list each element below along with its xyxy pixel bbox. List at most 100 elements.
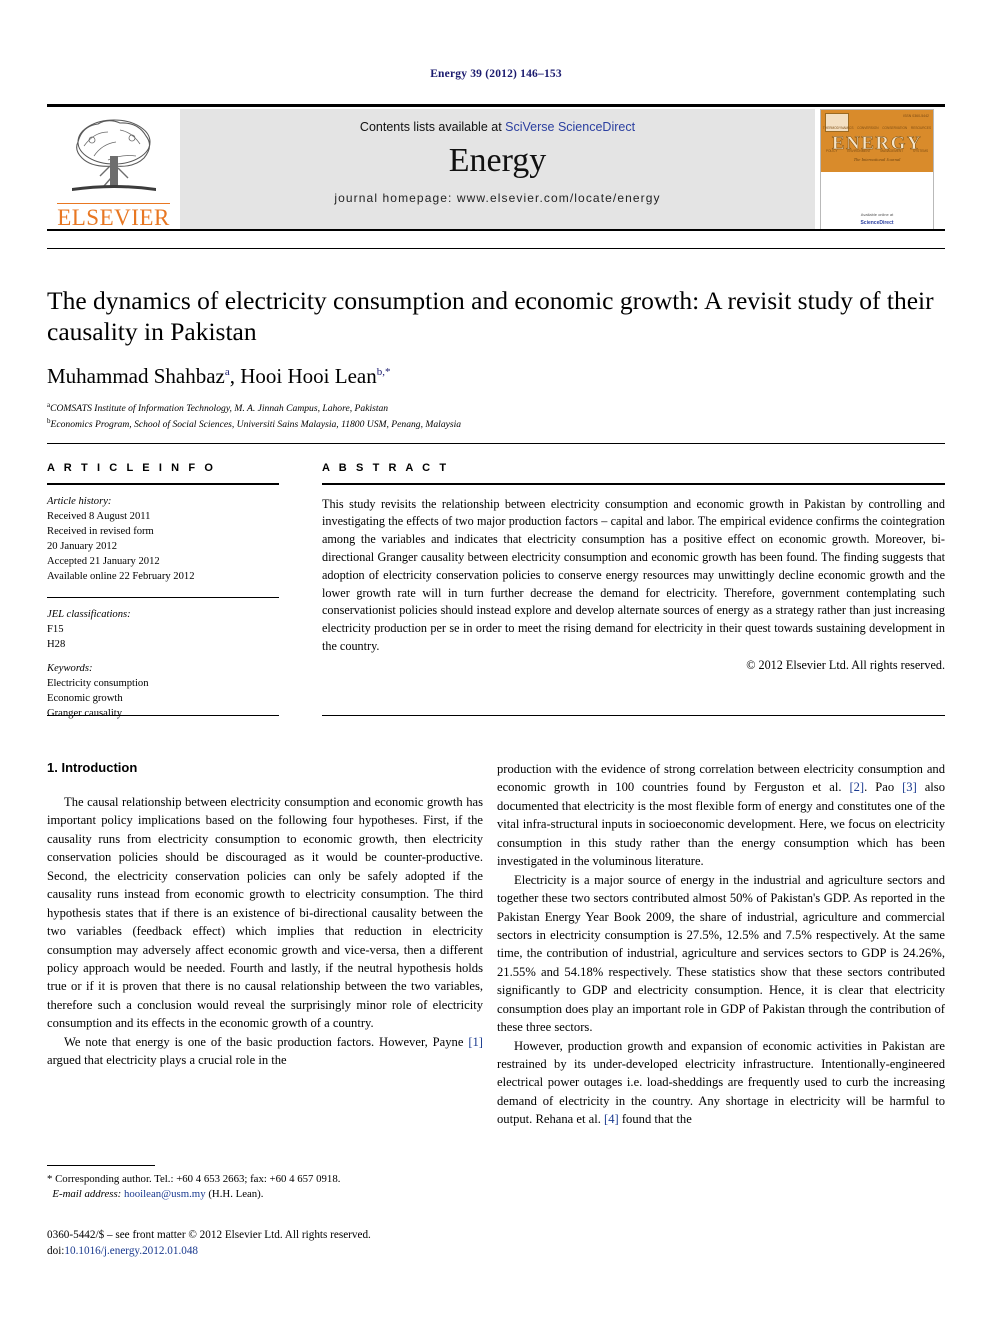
contents-available-line: Contents lists available at SciVerse Sci…: [360, 120, 635, 134]
copyright-line: © 2012 Elsevier Ltd. All rights reserved…: [746, 657, 945, 672]
cover-keyword: THERMODYNAMICS: [822, 126, 854, 130]
sciencedirect-link[interactable]: SciVerse ScienceDirect: [505, 120, 635, 134]
abstract-rule: [322, 483, 945, 485]
citation-link[interactable]: [2]: [849, 780, 864, 794]
keywords: Keywords: Electricity consumption Econom…: [47, 661, 279, 721]
article-info-heading: A R T I C L E I N F O: [47, 462, 216, 474]
affiliation-a-text: COMSATS Institute of Information Technol…: [50, 403, 389, 415]
paragraph: production with the evidence of strong c…: [497, 760, 945, 871]
masthead-top-rule: [47, 104, 945, 107]
body-column-left: 1. Introduction The causal relationship …: [47, 760, 483, 1070]
author-name: Muhammad Shahbaz: [47, 364, 225, 389]
title-block: The dynamics of electricity consumption …: [47, 248, 945, 432]
journal-masthead: ELSEVIER Contents lists available at Sci…: [47, 104, 945, 232]
cover-subtitle: The International Journal: [853, 157, 901, 162]
doi-line: doi:10.1016/j.energy.2012.01.048: [47, 1244, 507, 1260]
cover-keyword: RESOURCES: [910, 126, 932, 130]
cover-keyword: CONSERVATION: [882, 126, 908, 130]
cover-available-at: Available online at: [860, 212, 894, 217]
article-history-label: Article history:: [47, 495, 112, 507]
doi-link[interactable]: 10.1016/j.energy.2012.01.048: [64, 1245, 198, 1257]
keywords-label: Keywords:: [47, 662, 93, 674]
jel-classifications: JEL classifications: F15 H28: [47, 607, 279, 652]
affiliation-b: bEconomics Program, School of Social Sci…: [47, 416, 945, 432]
author-affil-marker: b,*: [376, 366, 391, 379]
citation-link[interactable]: [3]: [902, 780, 917, 794]
email-link[interactable]: hooilean@usm.my: [124, 1188, 206, 1200]
cover-keyword: ENVIRONMENT: [847, 149, 871, 153]
article-info-divider: [47, 596, 279, 598]
abstract-heading: A B S T R A C T: [322, 462, 450, 474]
article-history: Article history: Received 8 August 2011 …: [47, 494, 279, 584]
affiliation-b-text: Economics Program, School of Social Scie…: [50, 419, 462, 431]
cover-keyword: MANAGEMENT: [880, 149, 904, 153]
author-separator: , Hooi Hooi Lean: [229, 364, 377, 389]
paragraph-text: . Pao: [864, 780, 903, 795]
history-item: Received 8 August 2011: [47, 510, 151, 522]
paragraph-text: However, production growth and expansion…: [497, 1038, 945, 1127]
email-label: E-mail address:: [52, 1188, 122, 1201]
abstract-section: A B S T R A C T This study revisits the …: [322, 462, 945, 673]
jel-code: F15: [47, 623, 64, 635]
paragraph-text: found that the: [618, 1112, 692, 1127]
paper-page: Energy 39 (2012) 146–153 ELSEVIER Conten…: [0, 0, 992, 1323]
citation-link[interactable]: [1]: [468, 1035, 483, 1049]
email-note: E-mail address: hooilean@usm.my (H.H. Le…: [47, 1187, 483, 1202]
body-column-right: production with the evidence of strong c…: [497, 760, 945, 1129]
corresponding-author-note: * Corresponding author. Tel.: +60 4 653 …: [47, 1173, 341, 1185]
elsevier-logo: ELSEVIER: [47, 109, 180, 229]
history-item: Available online 22 February 2012: [47, 570, 195, 582]
journal-cover-thumbnail[interactable]: ISSN 0360-5442 THERMODYNAMICS CONVERSION…: [820, 109, 934, 231]
imprint-block: 0360-5442/$ – see front matter © 2012 El…: [47, 1228, 507, 1260]
section-heading-introduction: 1. Introduction: [47, 760, 138, 775]
abstract-text: This study revisits the relationship bet…: [322, 496, 945, 654]
elsevier-wordmark: ELSEVIER: [57, 203, 170, 230]
cover-issn: ISSN 0360-5442: [903, 114, 929, 118]
cover-keyword: SYSTEMS: [912, 149, 929, 153]
keyword-item: Granger causality: [47, 707, 123, 719]
cover-keyword: CONVERSION: [857, 126, 879, 130]
author-list: Muhammad Shahbaza, Hooi Hooi Leanb,*: [47, 364, 945, 389]
page-title: The dynamics of electricity consumption …: [47, 286, 934, 347]
history-item: Accepted 21 January 2012: [47, 555, 160, 567]
footnote-block: * Corresponding author. Tel.: +60 4 653 …: [47, 1165, 483, 1203]
cover-bottom-area: Available online at ScienceDirect www.sc…: [821, 172, 933, 230]
email-owner: (H.H. Lean).: [208, 1188, 264, 1201]
abstract-bottom-rule: [322, 715, 945, 716]
article-info-rule: [47, 483, 279, 485]
paragraph: However, production growth and expansion…: [497, 1037, 945, 1129]
citation-link[interactable]: [4]: [604, 1112, 619, 1126]
paragraph: Electricity is a major source of energy …: [497, 872, 945, 1035]
jel-label: JEL classifications:: [47, 608, 131, 620]
paragraph-text: argued that electricity plays a crucial …: [47, 1053, 287, 1068]
info-top-rule: [47, 443, 945, 444]
affiliation-a: aCOMSATS Institute of Information Techno…: [47, 400, 945, 416]
paragraph-text: We note that energy is one of the basic …: [64, 1034, 469, 1049]
journal-homepage-link[interactable]: journal homepage: www.elsevier.com/locat…: [334, 191, 660, 205]
running-head: Energy 39 (2012) 146–153: [430, 68, 562, 80]
masthead-bottom-rule: [47, 229, 945, 231]
cover-top-keywords: THERMODYNAMICS CONVERSION CONSERVATION R…: [821, 126, 933, 130]
cover-keyword: POLICY: [825, 149, 838, 153]
history-item: Received in revised form: [47, 525, 154, 537]
history-item: 20 January 2012: [47, 540, 118, 552]
elsevier-tree-icon: [71, 119, 156, 191]
masthead-center: Contents lists available at SciVerse Sci…: [180, 109, 815, 229]
paragraph: The causal relationship between electric…: [47, 795, 483, 1031]
keyword-item: Economic growth: [47, 692, 123, 704]
paragraph: We note that energy is one of the basic …: [47, 1033, 483, 1070]
article-info-section: A R T I C L E I N F O Article history: R…: [47, 462, 279, 721]
jel-code: H28: [47, 638, 66, 650]
footnote-rule: [47, 1165, 155, 1166]
cover-top-band: ISSN 0360-5442 THERMODYNAMICS CONVERSION…: [821, 110, 933, 172]
info-bottom-rule: [47, 715, 279, 716]
cover-bottom-keywords: POLICY ENVIRONMENT MANAGEMENT SYSTEMS: [821, 149, 933, 153]
front-matter-line: 0360-5442/$ – see front matter © 2012 El…: [47, 1229, 371, 1241]
title-top-rule: [47, 248, 945, 249]
contents-prefix: Contents lists available at: [359, 120, 506, 134]
doi-label: doi:: [47, 1244, 65, 1257]
cover-sciencedirect-logo: ScienceDirect: [860, 220, 894, 226]
affiliations: aCOMSATS Institute of Information Techno…: [47, 400, 945, 432]
journal-title: Energy: [448, 142, 547, 179]
keyword-item: Electricity consumption: [47, 677, 149, 689]
